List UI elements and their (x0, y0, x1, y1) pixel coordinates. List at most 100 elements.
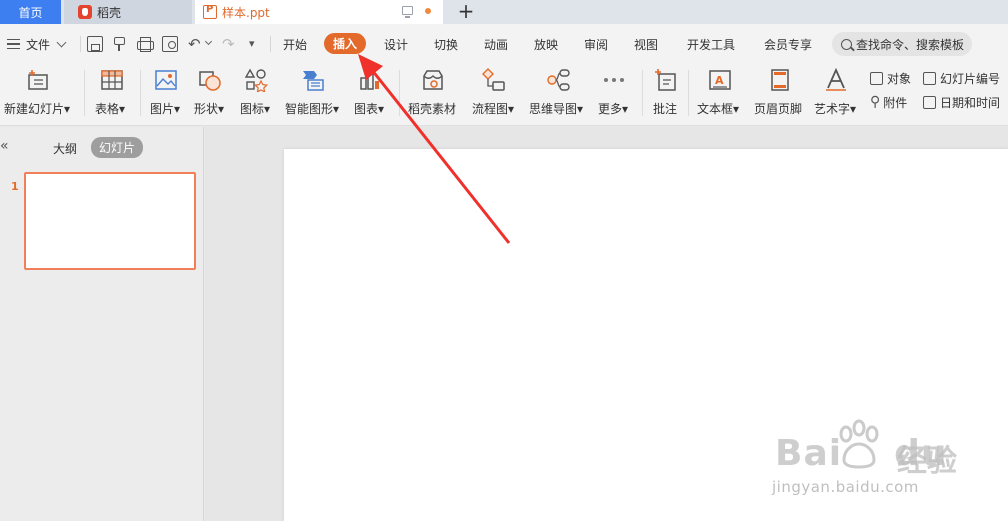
menu-tab-animation[interactable]: 动画 (484, 36, 508, 53)
dropdown-caret-icon: ▾ (333, 102, 340, 116)
table-button[interactable]: 表格▾ (92, 68, 134, 120)
dropdown-caret-icon: ▾ (378, 102, 385, 116)
comment-label: 批注 (653, 102, 678, 116)
menu-tab-member[interactable]: 会员专享 (764, 36, 812, 53)
table-label: 表格 (95, 102, 120, 116)
picture-button[interactable]: 图片▾ (148, 68, 188, 120)
menu-tab-view[interactable]: 视图 (634, 36, 658, 53)
icon-library-icon (244, 68, 268, 92)
divider (270, 36, 271, 52)
slide-thumbnail[interactable] (24, 172, 196, 270)
print-icon[interactable] (137, 36, 154, 52)
dropdown-caret-icon: ▾ (119, 102, 126, 116)
save-icon[interactable] (87, 36, 103, 52)
header-footer-button[interactable]: 页眉页脚 (752, 68, 808, 120)
divider (80, 36, 81, 52)
hamburger-menu-icon[interactable] (7, 39, 20, 49)
print-preview-icon[interactable] (162, 36, 178, 52)
redo-icon[interactable]: ↷ (222, 36, 238, 52)
tab-daoke-label: 稻壳 (97, 5, 122, 20)
textbox-button[interactable]: A 文本框▾ (694, 68, 746, 120)
dropdown-caret-icon: ▾ (577, 102, 584, 116)
divider (399, 70, 400, 116)
comment-button[interactable]: 批注 (650, 68, 684, 120)
slide-number-icon (923, 71, 936, 85)
object-button[interactable]: 对象 (870, 68, 911, 88)
menu-tab-transition[interactable]: 切换 (434, 36, 458, 53)
shape-button[interactable]: 形状▾ (192, 68, 232, 120)
file-menu[interactable]: 文件 (26, 36, 50, 53)
divider (688, 70, 689, 116)
object-label: 对象 (887, 71, 912, 86)
new-slide-icon (28, 70, 48, 90)
slide-number-button[interactable]: 幻灯片编号 (923, 68, 1000, 88)
new-slide-button[interactable]: 新建幻灯片▾ (0, 68, 76, 120)
undo-icon[interactable]: ↶ (188, 36, 204, 52)
dropdown-caret-icon: ▾ (850, 102, 857, 116)
more-button[interactable]: 更多▾ (596, 68, 636, 120)
icon-library-button[interactable]: 图标▾ (238, 68, 278, 120)
menu-tab-slideshow[interactable]: 放映 (534, 36, 558, 53)
divider (84, 70, 85, 116)
menu-tab-review[interactable]: 审阅 (584, 36, 608, 53)
slide-number: 1 (11, 180, 19, 193)
dropdown-caret-icon: ▾ (733, 102, 740, 116)
collapse-panel-icon[interactable]: « (0, 138, 9, 154)
insert-ribbon: 新建幻灯片▾ 表格▾ 图片▾ 形状▾ 图标▾ 智能图形▾ 图表▾ 稻壳素材 流程… (0, 64, 1008, 126)
shape-label: 形状 (194, 102, 219, 116)
attachment-button[interactable]: ⚲ 附件 (870, 92, 907, 112)
ppt-file-icon (203, 4, 217, 19)
tab-daoke[interactable]: 稻壳 (64, 0, 192, 24)
menu-tab-home[interactable]: 开始 (283, 36, 307, 53)
icon-library-label: 图标 (240, 102, 265, 116)
daoke-material-icon (423, 70, 443, 90)
chart-button[interactable]: 图表▾ (350, 68, 392, 120)
textbox-icon: A (709, 70, 731, 90)
file-menu-chevron-icon[interactable] (56, 37, 67, 48)
wordart-label: 艺术字 (814, 102, 851, 116)
smartart-icon (303, 71, 324, 91)
dropdown-caret-icon: ▾ (218, 102, 225, 116)
tab-slides[interactable]: 幻灯片 (91, 137, 144, 158)
calendar-icon (923, 95, 936, 109)
monitor-icon[interactable] (402, 6, 413, 18)
menu-bar: 文件 ↶ ↷ ▾ 开始 插入 设计 切换 动画 放映 审阅 视图 开发工具 会员… (0, 24, 1008, 64)
object-icon (870, 71, 883, 85)
daoke-material-button[interactable]: 稻壳素材 (406, 68, 460, 120)
watermark-url: jingyan.baidu.com (772, 478, 919, 496)
mindmap-button[interactable]: 思维导图▾ (526, 68, 590, 120)
mindmap-icon (547, 69, 570, 91)
menu-tab-insert[interactable]: 插入 (324, 33, 367, 54)
dropdown-caret-icon: ▾ (264, 102, 271, 116)
watermark-brand-bai: Bai (775, 433, 843, 474)
new-tab-button[interactable]: + (452, 0, 480, 24)
flowchart-button[interactable]: 流程图▾ (468, 68, 522, 120)
mindmap-label: 思维导图 (529, 102, 578, 116)
undo-dropdown-chevron-icon[interactable] (204, 37, 213, 46)
wordart-icon (826, 68, 846, 91)
table-icon (101, 70, 123, 90)
slide-number-label: 幻灯片编号 (940, 71, 1001, 86)
quick-access-more-icon[interactable]: ▾ (249, 37, 265, 53)
watermark-cn: 经验 (897, 444, 957, 479)
textbox-label: 文本框 (697, 102, 734, 116)
format-painter-icon[interactable] (112, 36, 128, 52)
tab-home[interactable]: 首页 (0, 0, 61, 24)
daoke-material-label: 稻壳素材 (408, 102, 457, 116)
header-footer-label: 页眉页脚 (754, 102, 803, 116)
attachment-label: 附件 (883, 95, 908, 110)
command-search-box[interactable]: 查找命令、搜索模板 (832, 32, 972, 56)
chart-label: 图表 (354, 102, 379, 116)
date-time-button[interactable]: 日期和时间 (923, 92, 1000, 112)
dropdown-caret-icon: ▾ (64, 102, 71, 116)
tab-home-label: 首页 (18, 5, 43, 20)
divider (642, 70, 643, 116)
menu-tab-design[interactable]: 设计 (384, 36, 408, 53)
wordart-button[interactable]: 艺术字▾ (812, 68, 862, 120)
tab-outline[interactable]: 大纲 (53, 140, 77, 157)
smartart-button[interactable]: 智能图形▾ (283, 68, 345, 120)
date-time-label: 日期和时间 (940, 95, 1001, 110)
new-slide-label: 新建幻灯片 (4, 102, 65, 116)
menu-tab-developer[interactable]: 开发工具 (687, 36, 735, 53)
shape-icon (199, 71, 221, 91)
